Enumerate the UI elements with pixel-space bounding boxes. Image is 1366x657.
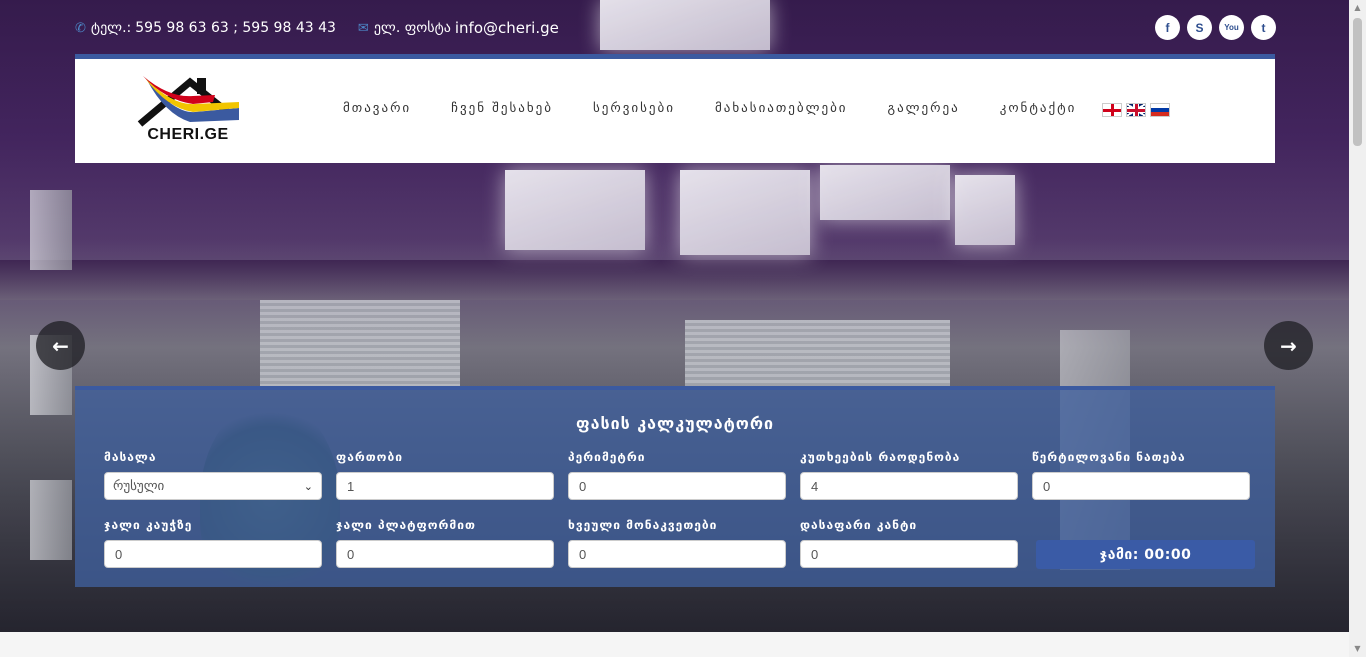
- curved-sections-input[interactable]: 0: [568, 540, 786, 568]
- phone-info: ✆ ტელ.: 595 98 63 63 ; 595 98 43 43: [75, 20, 336, 36]
- field-label: კუთხეების რაოდენობა: [800, 450, 961, 464]
- wall-panel: [30, 480, 72, 560]
- field-label: მასალა: [104, 450, 157, 464]
- spotlights-input[interactable]: 0: [1032, 472, 1250, 500]
- georgian-flag-icon[interactable]: [1102, 103, 1122, 117]
- youtube-icon[interactable]: You: [1219, 15, 1244, 40]
- menu-item-about[interactable]: ჩვენ შესახებ: [451, 101, 553, 116]
- menu-item-features[interactable]: მახასიათებლები: [715, 101, 848, 116]
- scroll-thumb[interactable]: [1353, 18, 1362, 146]
- menu-item-home[interactable]: მთავარი: [343, 101, 411, 116]
- material-selected-value: რუსული: [113, 478, 165, 493]
- ceiling-light: [505, 170, 645, 250]
- english-flag-icon[interactable]: [1126, 103, 1146, 117]
- chevron-down-icon: ⌄: [303, 480, 313, 493]
- corners-input[interactable]: 4: [800, 472, 1018, 500]
- logo-text: CHERI.GE: [147, 126, 229, 143]
- slider-next-button[interactable]: →: [1264, 321, 1313, 370]
- language-switcher: [1102, 103, 1170, 117]
- area-input[interactable]: 1: [336, 472, 554, 500]
- cover-edge-input[interactable]: 0: [800, 540, 1018, 568]
- hook-chandelier-input[interactable]: 0: [104, 540, 322, 568]
- platform-chandelier-input[interactable]: 0: [336, 540, 554, 568]
- twitter-icon[interactable]: t: [1251, 15, 1276, 40]
- field-label: დასაფარი კანტი: [800, 518, 918, 532]
- scroll-down-icon[interactable]: ▼: [1353, 644, 1362, 654]
- envelope-icon: ✉: [357, 20, 369, 36]
- ceiling-light: [680, 170, 810, 255]
- skype-icon[interactable]: S: [1187, 15, 1212, 40]
- menu-item-gallery[interactable]: გალერეა: [888, 101, 960, 116]
- main-navbar: CHERI.GE მთავარი ჩვენ შესახებ სერვისები …: [75, 54, 1275, 163]
- field-label: ფართობი: [336, 450, 403, 464]
- slider-prev-button[interactable]: ←: [36, 321, 85, 370]
- cover-edge-field: დასაფარი კანტი 0: [800, 518, 1018, 568]
- material-select[interactable]: რუსული ⌄: [104, 472, 322, 500]
- facebook-icon[interactable]: f: [1155, 15, 1180, 40]
- field-label: ჯალი კაუჭზე: [104, 518, 193, 532]
- calculator-title: ფასის კალკულატორი: [575, 414, 775, 433]
- window-blinds: [260, 300, 460, 390]
- window-blinds: [685, 320, 950, 390]
- curved-sections-field: ხვეული მონაკვეთები 0: [568, 518, 786, 568]
- spotlights-field: წერტილოვანი ნათება 0: [1032, 450, 1250, 500]
- phone-label: ტელ.:: [90, 20, 132, 36]
- total-button[interactable]: ჯამი: 00:00: [1036, 540, 1255, 569]
- main-menu: მთავარი ჩვენ შესახებ სერვისები მახასიათე…: [343, 101, 1116, 116]
- email-link[interactable]: info@cheri.ge: [455, 19, 559, 37]
- field-label: ჯალი პლატფორმით: [336, 518, 476, 532]
- corners-field: კუთხეების რაოდენობა 4: [800, 450, 1018, 500]
- perimeter-field: პერიმეტრი 0: [568, 450, 786, 500]
- field-label: პერიმეტრი: [568, 450, 646, 464]
- menu-item-contact[interactable]: კონტაქტი: [1000, 101, 1077, 116]
- field-label: ხვეული მონაკვეთები: [568, 518, 718, 532]
- platform-chandelier-field: ჯალი პლატფორმით 0: [336, 518, 554, 568]
- logo-house-icon: [137, 76, 239, 127]
- phone-number: 595 98 63 63 ; 595 98 43 43: [135, 20, 336, 36]
- social-links: f S You t: [1155, 15, 1276, 40]
- page-scrollbar[interactable]: ▲ ▼: [1349, 0, 1366, 657]
- price-calculator: ფასის კალკულატორი მასალა რუსული ⌄ ფართობ…: [75, 386, 1275, 587]
- contact-bar: ✆ ტელ.: 595 98 63 63 ; 595 98 43 43 ✉ ელ…: [75, 17, 581, 39]
- scroll-up-icon[interactable]: ▲: [1353, 3, 1362, 13]
- wall-panel: [30, 190, 72, 270]
- perimeter-input[interactable]: 0: [568, 472, 786, 500]
- russian-flag-icon[interactable]: [1150, 103, 1170, 117]
- email-info: ✉ ელ. ფოსტა info@cheri.ge: [358, 19, 559, 37]
- email-label: ელ. ფოსტა: [373, 20, 451, 36]
- ceiling-band: [0, 260, 1349, 300]
- material-field: მასალა რუსული ⌄: [104, 450, 322, 500]
- hook-chandelier-field: ჯალი კაუჭზე 0: [104, 518, 322, 568]
- field-label: წერტილოვანი ნათება: [1032, 450, 1186, 464]
- site-logo[interactable]: CHERI.GE: [135, 74, 245, 150]
- area-field: ფართობი 1: [336, 450, 554, 500]
- phone-icon: ✆: [75, 20, 86, 36]
- menu-item-services[interactable]: სერვისები: [593, 101, 675, 116]
- ceiling-light: [600, 0, 770, 50]
- ceiling-light: [820, 165, 950, 220]
- ceiling-light: [955, 175, 1015, 245]
